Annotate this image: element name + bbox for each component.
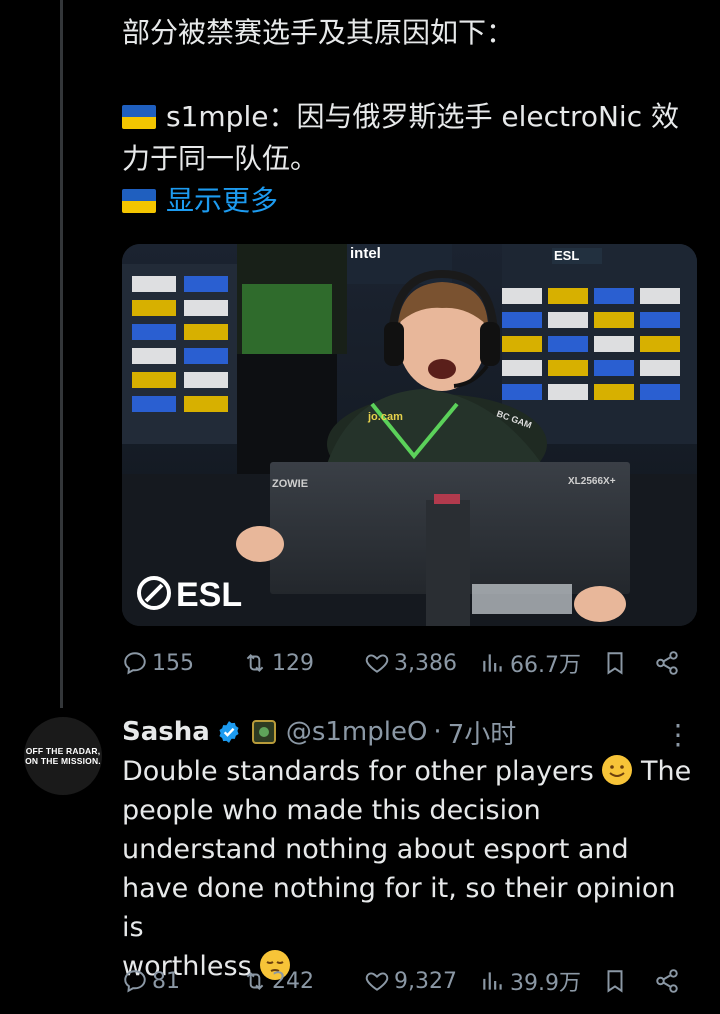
tweet-main[interactable]: 部分被禁赛选手及其原因如下： s1mple：因与俄罗斯选手 electroNic… xyxy=(122,0,702,678)
affiliate-badge-icon[interactable] xyxy=(251,720,276,744)
views-count: 66.7万 xyxy=(510,653,581,678)
thread-connector-line xyxy=(60,0,63,708)
retweet-icon xyxy=(246,972,264,990)
views-button[interactable]: 66.7万 xyxy=(480,647,581,679)
ukraine-flag-icon xyxy=(122,105,156,129)
tweet-text-line: 力于同一队伍。 xyxy=(122,142,319,175)
like-count: 9,327 xyxy=(394,968,457,994)
tweet-text-line: understand nothing about esport and xyxy=(122,834,629,865)
ukraine-flag-icon xyxy=(122,189,156,213)
bookmark-icon xyxy=(607,652,623,675)
esl-banner-text: ESL xyxy=(554,248,579,263)
retweet-count: 242 xyxy=(272,968,314,994)
bookmark-button[interactable] xyxy=(602,650,628,676)
share-button[interactable] xyxy=(654,650,680,676)
reply-button[interactable]: 155 xyxy=(122,650,194,676)
intel-banner-text: intel xyxy=(350,245,381,262)
tweet-reply[interactable]: Sasha @s1mpleO · 7小时 ⋮ Double standards … xyxy=(122,712,702,996)
views-icon xyxy=(483,654,502,672)
tweet-actions: 155 129 3,386 66.7万 xyxy=(122,646,692,680)
reply-button[interactable]: 81 xyxy=(122,968,180,994)
tweet-text-span: The xyxy=(641,756,692,787)
show-more-link[interactable]: 显示更多 xyxy=(166,184,278,217)
avatar[interactable]: OFF THE RADAR, ON THE MISSION. xyxy=(24,717,102,795)
display-name[interactable]: Sasha xyxy=(122,717,210,747)
like-icon xyxy=(365,972,389,991)
share-icon xyxy=(656,651,678,675)
tweet-text-line: 部分被禁赛选手及其原因如下： xyxy=(122,16,515,49)
show-more-row[interactable]: 显示更多 xyxy=(122,180,702,222)
monitor-model-text: XL2566X+ xyxy=(568,476,616,487)
more-icon[interactable]: ⋮ xyxy=(664,718,692,751)
reply-count: 81 xyxy=(152,968,180,994)
tweet-photo[interactable]: ESL intel jo.cam BC GAM ZOWIE XL2566X+ E… xyxy=(122,244,697,626)
photo-s1mple-esl: ESL intel jo.cam BC GAM ZOWIE XL2566X+ E… xyxy=(122,244,697,626)
jersey-sponsor-text: jo.cam xyxy=(367,411,403,423)
retweet-icon xyxy=(246,654,264,672)
retweet-button[interactable]: 242 xyxy=(242,968,314,994)
tweet-text: Double standards for other players The p… xyxy=(122,752,702,986)
views-count: 39.9万 xyxy=(510,971,581,996)
retweet-count: 129 xyxy=(272,650,314,676)
tweet-text-line: people who made this decision xyxy=(122,795,541,826)
tweet-text-line: Double standards for other players The xyxy=(122,752,702,791)
avatar-text: OFF THE RADAR, ON THE MISSION. xyxy=(25,746,101,766)
views-button[interactable]: 39.9万 xyxy=(480,965,581,997)
timestamp[interactable]: 7小时 xyxy=(448,714,517,751)
reply-icon xyxy=(124,970,146,993)
views-icon xyxy=(483,972,502,990)
monitor-brand-text: ZOWIE xyxy=(272,478,308,490)
tweet-text-line: have done nothing for it, so their opini… xyxy=(122,873,676,943)
tweet-text-span: Double standards for other players xyxy=(122,756,594,787)
smiling-face-emoji-icon xyxy=(602,755,633,785)
retweet-button[interactable]: 129 xyxy=(242,650,314,676)
separator: · xyxy=(433,717,442,747)
verified-icon xyxy=(219,721,239,743)
like-button[interactable]: 9,327 xyxy=(364,968,457,994)
tweet-text-span: s1mple：因与俄罗斯选手 electroNic 效 xyxy=(166,100,680,133)
tweet-actions: 81 242 9,327 39.9万 xyxy=(122,964,692,998)
like-button[interactable]: 3,386 xyxy=(364,650,457,676)
reply-count: 155 xyxy=(152,650,194,676)
share-icon xyxy=(656,969,678,993)
like-count: 3,386 xyxy=(394,650,457,676)
handle[interactable]: @s1mpleO xyxy=(286,717,428,747)
tweet-text-line: s1mple：因与俄罗斯选手 electroNic 效 xyxy=(122,96,702,138)
share-button[interactable] xyxy=(654,968,680,994)
reply-icon xyxy=(124,652,146,675)
tweet-header: Sasha @s1mpleO · 7小时 ⋮ xyxy=(122,712,702,752)
bookmark-button[interactable] xyxy=(602,968,628,994)
like-icon xyxy=(365,654,389,673)
bookmark-icon xyxy=(607,970,623,993)
tweet-text: 部分被禁赛选手及其原因如下： s1mple：因与俄罗斯选手 electroNic… xyxy=(122,12,702,222)
esl-watermark-text: ESL xyxy=(176,576,242,614)
